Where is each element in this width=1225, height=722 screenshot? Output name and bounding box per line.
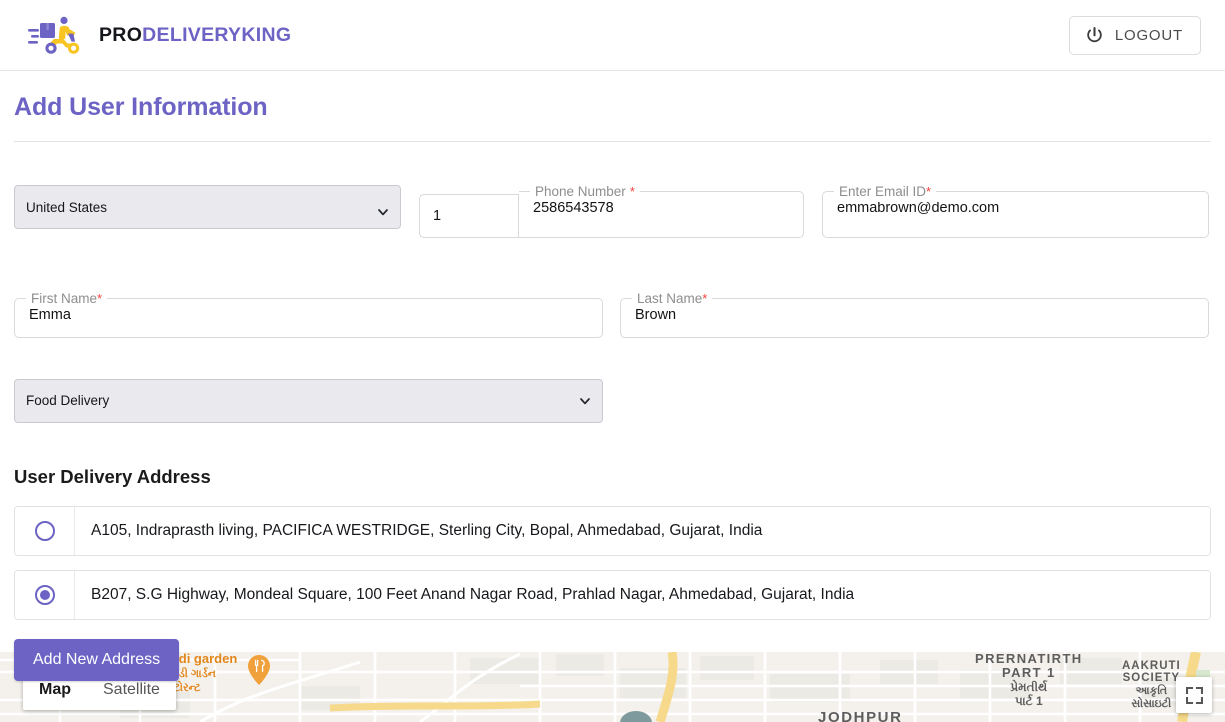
brand-name-pro: PRO [99,23,143,46]
address-row[interactable]: B207, S.G Highway, Mondeal Square, 100 F… [15,570,1210,619]
email-input[interactable] [823,201,1208,230]
google-map[interactable]: Patelvaadi garden પટેલવાડી ગાર્ડન રેસ્ટો… [0,652,1225,722]
email-label: Enter Email ID* [839,184,932,199]
address-radio-unselected[interactable] [34,520,55,541]
first-name-input[interactable] [15,308,602,337]
country-code-input[interactable] [420,208,518,224]
address-list-2: B207, S.G Highway, Mondeal Square, 100 F… [14,569,1211,620]
country-code-box[interactable] [419,194,519,238]
delivery-scooter-icon [28,16,80,54]
last-name-input[interactable] [621,308,1208,337]
required-asterisk: * [702,291,708,306]
logout-button[interactable]: LOGOUT [1068,15,1201,55]
brand-logo: PRODELIVERYKING [28,15,291,55]
country-select-wrapper: United States [14,185,401,238]
last-name-field: Last Name* [620,292,1209,338]
restaurant-pin-icon [248,655,270,685]
fullscreen-icon [1185,686,1203,704]
map-canvas [0,652,1225,722]
title-divider [14,141,1211,142]
address-section-heading: User Delivery Address [14,465,211,487]
logout-label: LOGOUT [1114,26,1183,44]
power-icon [1087,26,1102,42]
country-select[interactable]: United States [14,185,401,229]
required-asterisk: * [97,291,103,306]
service-type-select[interactable]: Food Delivery [14,378,603,423]
required-asterisk: * [926,184,932,199]
first-name-field: First Name* [14,292,603,338]
address-text: A105, Indraprasth living, PACIFICA WESTR… [91,521,763,539]
phone-field: Phone Number * [519,185,804,238]
address-radio-cell[interactable] [15,570,75,619]
required-asterisk: * [629,184,635,199]
address-text: B207, S.G Highway, Mondeal Square, 100 F… [91,585,855,603]
address-radio-selected[interactable] [34,584,55,605]
last-name-label: Last Name* [637,291,708,306]
contact-row: United States Phone Number* Enter Email … [14,185,1211,238]
page-title: Add User Information [14,93,268,121]
address-row[interactable]: A105, Indraprasth living, PACIFICA WESTR… [15,506,1210,555]
app-header: PRODELIVERYKING LOGOUT [0,0,1225,71]
add-new-address-button[interactable]: Add New Address [14,638,180,681]
address-radio-cell[interactable] [15,506,75,555]
service-type-select-wrapper: Food Delivery [14,378,603,423]
phone-label: Phone Number * [535,184,635,199]
phone-group: Phone Number* [419,185,804,238]
first-name-label: First Name* [31,291,103,306]
email-field: Enter Email ID* [822,185,1209,238]
user-information-form: United States Phone Number* Enter Email … [0,185,1225,423]
fullscreen-button[interactable] [1176,677,1212,713]
name-row: First Name* Last Name* [14,292,1211,338]
service-type-row: Food Delivery [14,378,1211,423]
brand-name: PRODELIVERYKING [99,24,291,47]
phone-input[interactable] [519,201,803,230]
address-list: A105, Indraprasth living, PACIFICA WESTR… [14,505,1211,556]
brand-name-king: DELIVERYKING [142,23,292,46]
